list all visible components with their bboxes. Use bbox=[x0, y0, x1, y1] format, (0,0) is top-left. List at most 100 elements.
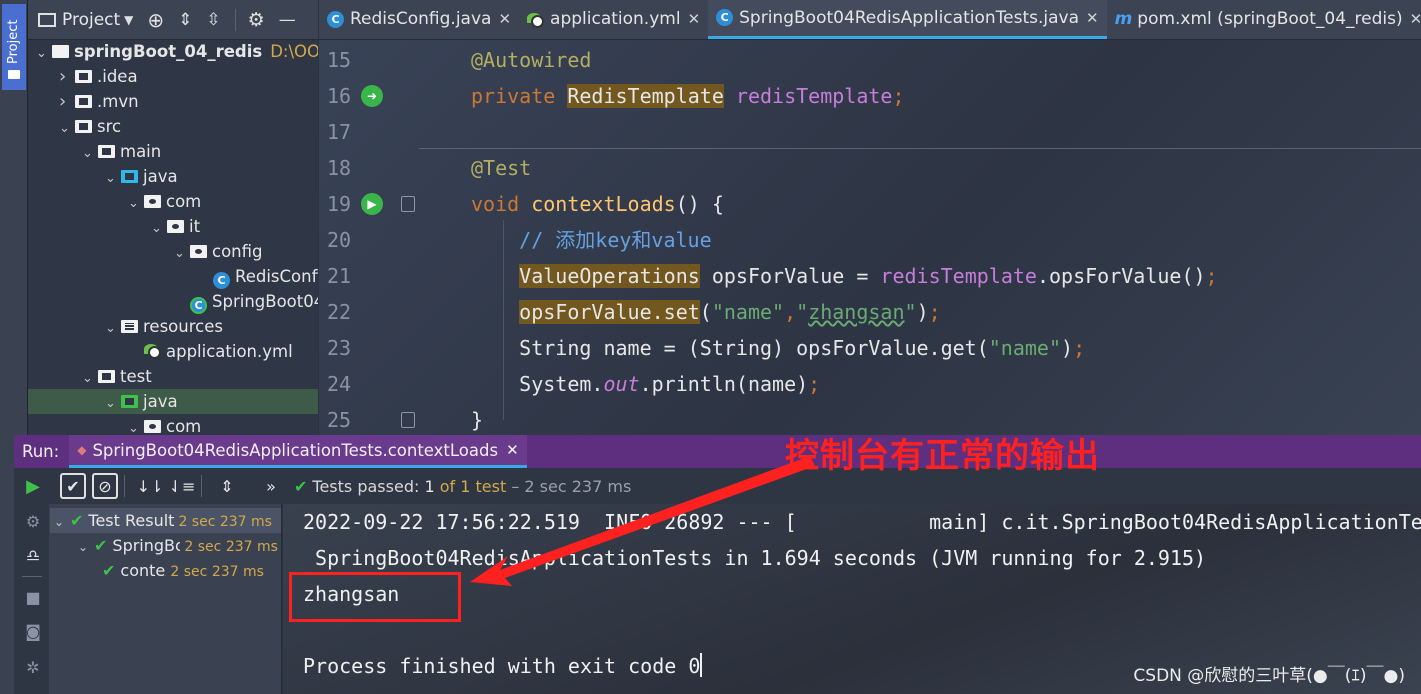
tree-item[interactable]: ⌄ java bbox=[28, 389, 318, 414]
toolbar-divider bbox=[234, 8, 236, 31]
tree-item[interactable]: ⌄ com bbox=[28, 414, 318, 435]
minimize-icon[interactable]: — bbox=[279, 10, 296, 30]
tree-item-label: src bbox=[97, 117, 122, 136]
test-run-icon: ◆ bbox=[77, 443, 87, 457]
close-icon[interactable]: ✕ bbox=[688, 10, 701, 28]
fold-icon[interactable] bbox=[401, 196, 415, 212]
tree-item[interactable]: › .mvn bbox=[28, 89, 318, 114]
close-icon[interactable]: ✕ bbox=[498, 10, 511, 28]
line-number: 21 bbox=[327, 264, 352, 288]
chevron-down-icon[interactable]: ⌄ bbox=[151, 216, 167, 241]
chevron-down-icon[interactable]: ⌄ bbox=[78, 535, 94, 558]
settings-icon[interactable]: ✲ bbox=[23, 658, 43, 678]
autowired-bean-icon[interactable]: ➜ bbox=[361, 85, 383, 107]
run-tool-header: Run: ◆ SpringBoot04RedisApplicationTests… bbox=[14, 435, 1421, 468]
gear-icon[interactable]: ⚙ bbox=[248, 9, 265, 31]
tree-item[interactable]: C SpringBoot04RedisApplication bbox=[28, 289, 318, 314]
tree-item[interactable]: ⌄ config bbox=[28, 239, 318, 264]
code-token: contextLoads bbox=[531, 192, 676, 216]
project-view-dropdown[interactable]: Project ▼ bbox=[38, 10, 133, 30]
chevron-down-icon[interactable]: ⌄ bbox=[128, 191, 144, 216]
locate-icon[interactable]: ⊕ bbox=[147, 8, 164, 32]
code-token: void bbox=[471, 192, 532, 216]
code-editor[interactable]: 15 16 17 18 19 20 21 22 23 24 25 ➜ ▶ @Autowired priva… bbox=[319, 40, 1421, 435]
run-config-tab-label: SpringBoot04RedisApplicationTests.contex… bbox=[92, 440, 499, 460]
console-text: Process finished with exit code 0 bbox=[303, 654, 701, 678]
stop-icon[interactable]: ■ bbox=[23, 588, 43, 608]
console-line: SpringBoot04RedisApplicationTests in 1.6… bbox=[303, 540, 1206, 576]
line-number: 23 bbox=[327, 336, 352, 360]
chevron-down-icon[interactable]: ⌄ bbox=[82, 141, 98, 166]
project-path: D:\OOP bbox=[270, 42, 318, 61]
code-token: @Test bbox=[471, 156, 532, 180]
editor-tab[interactable]: application.yml ✕ bbox=[519, 0, 708, 39]
editor-tab-label: RedisConfig.java bbox=[350, 9, 492, 29]
test-tree-item[interactable]: ✔contextLoads()2 sec 237 ms bbox=[50, 558, 281, 583]
tree-item[interactable]: ⌄ com bbox=[28, 189, 318, 214]
tree-item[interactable]: › .idea bbox=[28, 64, 318, 89]
chevron-down-icon[interactable]: ⌄ bbox=[105, 166, 121, 191]
tree-item[interactable]: ⌄ java bbox=[28, 164, 318, 189]
watermark: CSDN @欣慰的三叶草(●￣(ｴ)￣●) bbox=[1133, 666, 1405, 686]
tree-item[interactable]: C RedisConfig bbox=[28, 264, 318, 289]
test-tree-item[interactable]: ⌄✔SpringBoot04RedisApplicationTests2 sec… bbox=[50, 533, 281, 558]
editor-tab-label: application.yml bbox=[550, 9, 681, 29]
collapse-all-icon[interactable]: ⇳ bbox=[206, 10, 220, 30]
code-token: redisTemplate bbox=[880, 264, 1037, 288]
project-tool-button[interactable]: Project bbox=[2, 4, 26, 90]
rerun-icon[interactable]: ▶ bbox=[20, 473, 46, 499]
run-config-tab[interactable]: ◆ SpringBoot04RedisApplicationTests.cont… bbox=[69, 435, 527, 468]
editor-tab[interactable]: C RedisConfig.java ✕ bbox=[319, 0, 519, 39]
package-icon bbox=[167, 220, 184, 233]
tree-item[interactable]: ⌄ src bbox=[28, 114, 318, 139]
expand-all-icon[interactable]: ⇕ bbox=[178, 10, 192, 30]
code-line: opsForValue.set("name","zhangsan"); bbox=[471, 294, 941, 330]
close-icon[interactable]: ✕ bbox=[1410, 10, 1421, 28]
tree-item[interactable]: ⌄ it bbox=[28, 214, 318, 239]
project-tree: ⌄ springBoot_04_redis D:\OOP › .idea › .mvn ⌄ sr… bbox=[28, 40, 318, 435]
chevron-right-icon[interactable]: › bbox=[59, 89, 75, 114]
package-icon bbox=[144, 195, 161, 208]
chevron-down-icon[interactable]: ⌄ bbox=[82, 366, 98, 391]
editor-gutter: 15 16 17 18 19 20 21 22 23 24 25 ➜ ▶ bbox=[319, 40, 419, 435]
folder-icon bbox=[75, 95, 92, 108]
editor-tab[interactable]: m pom.xml (springBoot_04_redis) ✕ bbox=[1107, 0, 1421, 39]
code-line: @Test bbox=[471, 150, 531, 186]
show-ignored-button[interactable]: ⊘ bbox=[92, 473, 118, 499]
expand-tests-icon[interactable]: ⇕ bbox=[214, 473, 240, 499]
run-test-icon[interactable]: ▶ bbox=[361, 193, 383, 215]
tree-item-label: RedisConfig bbox=[235, 267, 318, 286]
tree-item-label: springBoot_04_redis bbox=[74, 42, 263, 61]
chevron-down-icon[interactable]: ⌄ bbox=[128, 416, 144, 435]
tree-item[interactable]: ⌄ springBoot_04_redis D:\OOP bbox=[28, 40, 318, 64]
chevron-down-icon[interactable]: ⌄ bbox=[54, 510, 70, 533]
sort-alpha-icon[interactable]: ↓⇂ bbox=[137, 473, 164, 499]
test-tree-item[interactable]: ⌄ ✔ Test Result 2 sec 237 ms bbox=[50, 508, 281, 533]
console-text: SpringBoot04RedisApplicationTests in 1.6… bbox=[303, 546, 1207, 570]
sort-duration-icon[interactable]: ⇃≡ bbox=[169, 473, 196, 499]
tree-item-label: .mvn bbox=[97, 92, 139, 111]
tree-item-label: java bbox=[143, 167, 178, 186]
folder-icon bbox=[75, 70, 92, 83]
fold-icon[interactable] bbox=[401, 412, 415, 428]
close-icon[interactable]: ✕ bbox=[506, 441, 519, 459]
debug-icon[interactable]: ⚙ bbox=[23, 512, 43, 532]
close-icon[interactable]: ✕ bbox=[1086, 9, 1099, 27]
chevron-down-icon[interactable]: ⌄ bbox=[36, 41, 52, 66]
chevron-down-icon[interactable]: ⌄ bbox=[105, 391, 121, 416]
tree-item[interactable]: ⌄ main bbox=[28, 139, 318, 164]
editor-tab[interactable]: C SpringBoot04RedisApplicationTests.java ✕ bbox=[708, 0, 1107, 39]
camera-icon[interactable]: ◙ bbox=[23, 622, 43, 642]
chevron-right-icon[interactable]: › bbox=[59, 64, 75, 89]
tree-item[interactable]: ⌄ test bbox=[28, 364, 318, 389]
tree-item[interactable]: application.yml bbox=[28, 339, 318, 364]
more-icon[interactable]: » bbox=[258, 473, 284, 499]
code-token: .println(name) bbox=[639, 372, 809, 396]
show-passed-button[interactable]: ✔ bbox=[60, 473, 86, 499]
tree-item[interactable]: ⌄ resources bbox=[28, 314, 318, 339]
chevron-down-icon[interactable]: ⌄ bbox=[174, 241, 190, 266]
chevron-down-icon[interactable]: ⌄ bbox=[105, 316, 121, 341]
chevron-down-icon[interactable]: ⌄ bbox=[59, 116, 75, 141]
attach-icon[interactable]: ♎ bbox=[23, 546, 43, 566]
